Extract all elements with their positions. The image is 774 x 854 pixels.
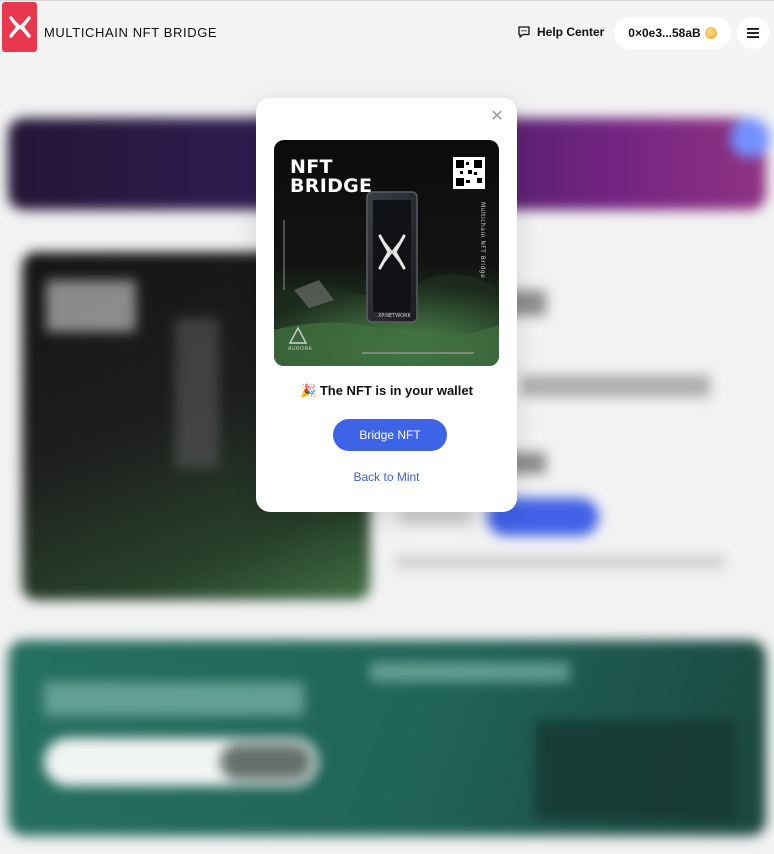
menu-button[interactable] [737,17,769,49]
help-center-label: Help Center [537,25,605,39]
chat-icon [518,26,530,38]
nft-heading-line2: BRIDGE [290,175,373,197]
close-icon[interactable]: ✕ [490,109,504,125]
mint-success-message: 🎉 The NFT is in your wallet [300,383,473,398]
nft-brand-text: AURORA [288,346,313,352]
nft-image-heading: NFT BRIDGE [290,158,372,196]
qr-code [453,157,485,189]
wallet-button[interactable]: 0×0e3...58aB [614,17,731,49]
top-header: MULTICHAIN NFT BRIDGE Help Center 0×0e3.… [0,0,774,64]
bridge-nft-button[interactable]: Bridge NFT [333,419,447,451]
back-to-mint-link[interactable]: Back to Mint [256,470,517,484]
wallet-avatar-icon [704,27,717,39]
wallet-address: 0×0e3...58aB [628,26,701,40]
logo-icon[interactable] [2,2,37,52]
brand-name[interactable]: MULTICHAIN NFT BRIDGE [44,25,217,40]
nft-vertical-text: Multichain NFT Bridge [479,202,486,279]
hamburger-icon [747,28,759,38]
nft-minted-modal: ✕ XP.NETWORK NFT BRIDGE Multichain NFT B… [256,98,517,512]
help-center-link[interactable]: Help Center [517,25,604,39]
nft-image: XP.NETWORK NFT BRIDGE Multichain NFT Bri… [274,140,499,366]
nft-card-text: XP.NETWORK [378,313,412,319]
